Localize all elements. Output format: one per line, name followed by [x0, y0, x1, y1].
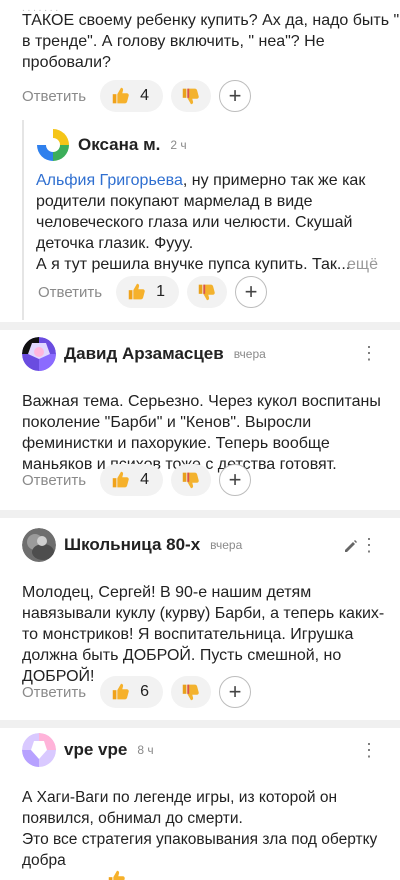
- comment-header: Оксана м. 2 ч: [36, 128, 386, 162]
- add-reaction-button[interactable]: +: [219, 80, 252, 112]
- thumbs-up-icon: [128, 283, 145, 300]
- thumbs-up-icon: [108, 870, 125, 880]
- like-count: 4: [140, 471, 150, 488]
- avatar: [22, 528, 56, 562]
- dislike-button[interactable]: [187, 276, 228, 308]
- more-options-icon[interactable]: ⋮: [360, 740, 378, 761]
- timestamp: вчера: [210, 538, 243, 552]
- comment-actions: Ответить 6 +: [22, 676, 252, 708]
- reply-actions: Ответить 1 +: [38, 276, 268, 308]
- like-button[interactable]: 4: [100, 464, 164, 496]
- reply-button[interactable]: Ответить: [38, 284, 102, 301]
- like-count: 6: [140, 683, 150, 700]
- comment-header: Давид Арзамасцев вчера: [22, 337, 382, 371]
- thumbs-up-icon: [112, 471, 129, 488]
- dislike-button[interactable]: [171, 676, 212, 708]
- thumbs-down-icon: [182, 88, 199, 105]
- show-more-link[interactable]: ещё: [347, 254, 378, 275]
- reply-comment: Оксана м. 2 ч Альфия Григорьева, ну прим…: [36, 128, 386, 275]
- like-button[interactable]: 1: [116, 276, 180, 308]
- avatar-logo-icon: [36, 128, 70, 162]
- comment-header: Школьница 80-х вчера: [22, 528, 382, 562]
- thumbs-down-icon: [182, 472, 199, 489]
- separator: [0, 510, 400, 518]
- avatar-logo-icon: [22, 337, 56, 371]
- add-reaction-button[interactable]: +: [219, 676, 252, 708]
- mention-link[interactable]: Альфия Григорьева: [36, 172, 183, 189]
- like-button[interactable]: 4: [100, 80, 164, 112]
- avatar-logo-icon: [22, 733, 56, 767]
- comment-header: vpe vpe 8 ч: [22, 733, 392, 767]
- timestamp: вчера: [233, 347, 266, 361]
- more-options-icon[interactable]: ⋮: [360, 343, 378, 364]
- comment-text: Важная тема. Серьезно. Через кукол воспи…: [22, 393, 381, 473]
- like-button[interactable]: 6: [100, 676, 164, 708]
- comment-david: Давид Арзамасцев вчера Важная тема. Серь…: [22, 337, 382, 475]
- thumbs-up-icon: [112, 87, 129, 104]
- reply-button[interactable]: Ответить: [22, 472, 86, 489]
- separator: [0, 322, 400, 330]
- reply-button[interactable]: Ответить: [22, 684, 86, 701]
- separator: [0, 720, 400, 728]
- author-name[interactable]: Оксана м.: [78, 135, 160, 155]
- thumbs-down-icon: [182, 684, 199, 701]
- avatar: [22, 733, 56, 767]
- author-name[interactable]: vpe vpe: [64, 740, 127, 760]
- comment-text: ТАКОЕ своему ребенку купить? Ах да, надо…: [22, 12, 400, 71]
- comment-text: А Хаги-Ваги по легенде игры, из которой …: [22, 789, 378, 869]
- comment-text: Молодец, Сергей! В 90-е нашим детям навя…: [22, 584, 385, 685]
- timestamp: 8 ч: [137, 743, 154, 757]
- comment-text: Альфия Григорьева, ну примерно так же ка…: [36, 172, 378, 275]
- reply-thread-line: [22, 120, 24, 320]
- add-reaction-button[interactable]: +: [219, 464, 252, 496]
- author-name[interactable]: Школьница 80-х: [64, 535, 200, 555]
- comment-actions: Ответить 4 +: [22, 464, 252, 496]
- edit-pencil-icon[interactable]: [343, 538, 359, 554]
- top-comment-actions: Ответить 4 +: [22, 80, 252, 112]
- cut-off-actions: [100, 868, 160, 880]
- thumbs-down-icon: [198, 284, 215, 301]
- avatar: [22, 337, 56, 371]
- more-options-icon[interactable]: ⋮: [360, 535, 378, 556]
- dislike-button[interactable]: [171, 80, 212, 112]
- avatar-photo-icon: [22, 528, 56, 562]
- author-name[interactable]: Давид Арзамасцев: [64, 344, 224, 364]
- dislike-button[interactable]: [171, 464, 212, 496]
- reply-button[interactable]: Ответить: [22, 88, 86, 105]
- like-count: 1: [156, 283, 166, 300]
- timestamp: 2 ч: [170, 138, 187, 152]
- avatar: [36, 128, 70, 162]
- comment-vpe: vpe vpe 8 ч А Хаги-Ваги по легенде игры,…: [22, 733, 392, 871]
- thumbs-up-icon: [112, 683, 129, 700]
- add-reaction-button[interactable]: +: [235, 276, 268, 308]
- comment-school: Школьница 80-х вчера Молодец, Сергей! В …: [22, 528, 385, 687]
- like-count: 4: [140, 87, 150, 104]
